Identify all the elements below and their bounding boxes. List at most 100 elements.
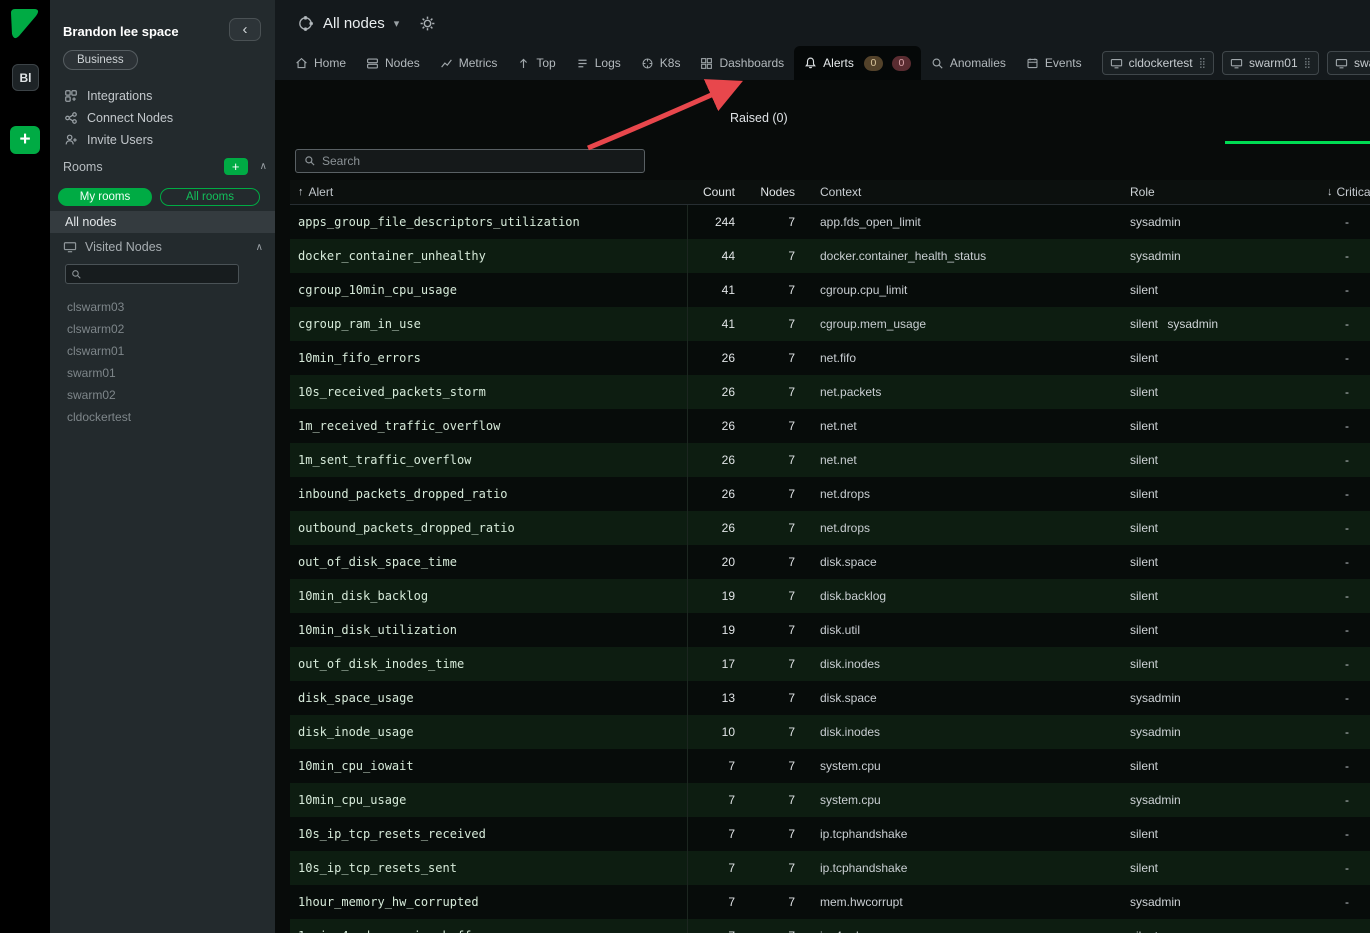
main-header: All nodes ▾ [275,0,1370,46]
alerts-search-input[interactable] [322,154,636,168]
tab-dashboards[interactable]: Dashboards [690,46,794,80]
alert-name[interactable]: 10s_ip_tcp_resets_received [290,817,688,851]
alert-name[interactable]: 10min_disk_backlog [290,579,688,613]
tab-metrics[interactable]: Metrics [430,46,508,80]
raised-tab[interactable]: Raised (0) [730,111,788,125]
tab-home[interactable]: Home [285,46,356,80]
sidebar-item-connect-nodes[interactable]: Connect Nodes [50,107,275,129]
alert-name[interactable]: out_of_disk_space_time [290,545,688,579]
table-row[interactable]: disk_space_usage 13 7 disk.space sysadmi… [290,681,1370,715]
node-tab[interactable]: swarm01 ⣿ [1222,51,1319,75]
plan-badge[interactable]: Business [63,50,138,70]
k8s-icon [641,57,654,70]
add-space-button[interactable]: + [10,126,40,154]
alert-name[interactable]: 10s_ip_tcp_resets_sent [290,851,688,885]
alert-name[interactable]: 1m_received_traffic_overflow [290,409,688,443]
alert-name[interactable]: 10min_cpu_iowait [290,749,688,783]
alert-name[interactable]: 10min_cpu_usage [290,783,688,817]
drag-handle-icon[interactable]: ⣿ [1199,58,1206,69]
column-header-critical[interactable]: ↓ Critical [1315,185,1370,199]
visited-node-item[interactable]: clswarm03 [50,296,275,318]
alert-name[interactable]: 10s_received_packets_storm [290,375,688,409]
visited-nodes-header[interactable]: Visited Nodes ∧ [63,240,263,254]
alert-name[interactable]: cgroup_ram_in_use [290,307,688,341]
alert-name[interactable]: 10min_disk_utilization [290,613,688,647]
visited-node-item[interactable]: clswarm02 [50,318,275,340]
alert-name[interactable]: out_of_disk_inodes_time [290,647,688,681]
alert-name[interactable]: 1m_ipv4_udp_receive_buffer_errors [290,919,688,933]
table-row[interactable]: 10min_fifo_errors 26 7 net.fifo silent - [290,341,1370,375]
table-row[interactable]: inbound_packets_dropped_ratio 26 7 net.d… [290,477,1370,511]
column-header-nodes[interactable]: Nodes [745,185,805,199]
all-rooms-tab[interactable]: All rooms [160,188,260,206]
alert-name[interactable]: inbound_packets_dropped_ratio [290,477,688,511]
visited-node-item[interactable]: swarm01 [50,362,275,384]
sidebar-item-integrations[interactable]: Integrations [50,85,275,107]
sidebar-item-invite-users[interactable]: Invite Users [50,129,275,151]
table-row[interactable]: cgroup_ram_in_use 41 7 cgroup.mem_usage … [290,307,1370,341]
tab-anomalies[interactable]: Anomalies [921,46,1016,80]
tab-events[interactable]: Events [1016,46,1092,80]
table-row[interactable]: 10min_disk_backlog 19 7 disk.backlog sil… [290,579,1370,613]
alert-name[interactable]: disk_space_usage [290,681,688,715]
table-row[interactable]: apps_group_file_descriptors_utilization … [290,205,1370,239]
table-row[interactable]: 10s_ip_tcp_resets_sent 7 7 ip.tcphandsha… [290,851,1370,885]
alert-name[interactable]: 1m_sent_traffic_overflow [290,443,688,477]
visited-nodes-search[interactable] [65,264,239,284]
table-row[interactable]: cgroup_10min_cpu_usage 41 7 cgroup.cpu_l… [290,273,1370,307]
sidebar-collapse-button[interactable]: ‹ [229,18,261,41]
node-tab[interactable]: cldockertest ⣿ [1102,51,1214,75]
alert-name[interactable]: 10min_fifo_errors [290,341,688,375]
room-settings-button[interactable] [419,15,436,32]
alert-name[interactable]: apps_group_file_descriptors_utilization [290,205,688,239]
alert-name[interactable]: 1hour_memory_hw_corrupted [290,885,688,919]
drag-handle-icon[interactable]: ⣿ [1304,58,1311,69]
alert-count: 7 [688,793,745,807]
table-row[interactable]: 10min_disk_utilization 19 7 disk.util si… [290,613,1370,647]
tab-alerts[interactable]: Alerts 0 0 [794,46,921,80]
tab-top[interactable]: Top [507,46,565,80]
table-row[interactable]: 10min_cpu_iowait 7 7 system.cpu silent - [290,749,1370,783]
room-selector[interactable]: All nodes ▾ [297,15,399,32]
table-row[interactable]: outbound_packets_dropped_ratio 26 7 net.… [290,511,1370,545]
space-avatar[interactable]: Bl [12,64,39,91]
visited-node-item[interactable]: swarm02 [50,384,275,406]
table-row[interactable]: 10min_cpu_usage 7 7 system.cpu sysadmin … [290,783,1370,817]
column-header-count[interactable]: Count [688,185,745,199]
add-room-button[interactable]: + [224,158,248,175]
my-rooms-tab[interactable]: My rooms [58,188,152,206]
table-row[interactable]: 10s_received_packets_storm 26 7 net.pack… [290,375,1370,409]
table-row[interactable]: docker_container_unhealthy 44 7 docker.c… [290,239,1370,273]
tab-k8s[interactable]: K8s [631,46,691,80]
alert-name[interactable]: docker_container_unhealthy [290,239,688,273]
column-header-alert[interactable]: ↑ Alert [290,185,688,199]
netdata-logo-icon[interactable] [8,7,42,39]
table-row[interactable]: 10s_ip_tcp_resets_received 7 7 ip.tcphan… [290,817,1370,851]
table-row[interactable]: disk_inode_usage 10 7 disk.inodes sysadm… [290,715,1370,749]
tab-nodes[interactable]: Nodes [356,46,430,80]
alert-name[interactable]: cgroup_10min_cpu_usage [290,273,688,307]
table-row[interactable]: 1m_received_traffic_overflow 26 7 net.ne… [290,409,1370,443]
table-row[interactable]: 1hour_memory_hw_corrupted 7 7 mem.hwcorr… [290,885,1370,919]
tab-logs[interactable]: Logs [566,46,631,80]
alert-name[interactable]: outbound_packets_dropped_ratio [290,511,688,545]
table-row[interactable]: 1m_sent_traffic_overflow 26 7 net.net si… [290,443,1370,477]
space-name: Brandon lee space [63,24,179,39]
rooms-collapse-icon[interactable]: ∧ [260,161,267,172]
alerts-search[interactable] [295,149,645,173]
alert-critical: - [1315,283,1370,297]
table-row[interactable]: out_of_disk_space_time 20 7 disk.space s… [290,545,1370,579]
table-row[interactable]: out_of_disk_inodes_time 17 7 disk.inodes… [290,647,1370,681]
node-tab[interactable]: swarm01 ⣿ [1327,51,1370,75]
column-header-role[interactable]: Role [1130,185,1315,199]
column-header-context[interactable]: Context [805,185,1130,199]
invite-users-icon [64,133,78,147]
visited-node-item[interactable]: clswarm01 [50,340,275,362]
visited-collapse-icon[interactable]: ∧ [256,242,263,253]
table-row[interactable]: 1m_ipv4_udp_receive_buffer_errors 7 7 ip… [290,919,1370,933]
visited-node-item[interactable]: cldockertest [50,406,275,428]
room-item-all-nodes[interactable]: All nodes [50,211,275,233]
alert-count: 7 [688,827,745,841]
alert-name[interactable]: disk_inode_usage [290,715,688,749]
visited-nodes-search-input[interactable] [86,268,233,280]
